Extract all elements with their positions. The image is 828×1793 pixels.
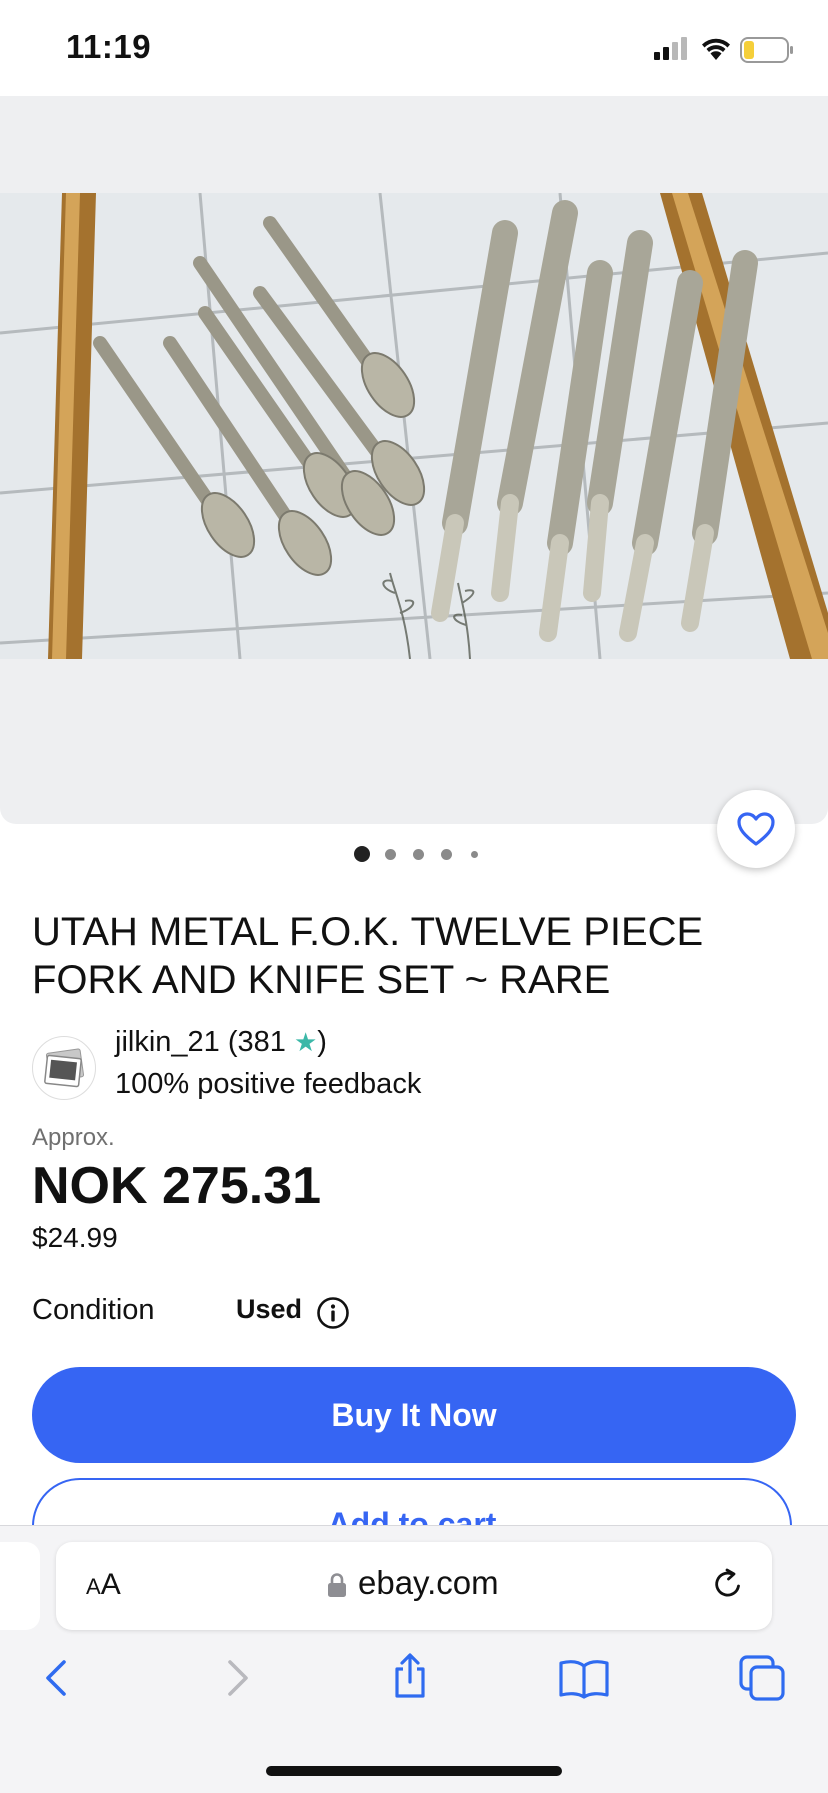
previous-tab-peek[interactable] [0, 1542, 40, 1630]
text-size-large-a: A [100, 1568, 121, 1601]
reload-icon[interactable] [710, 1566, 746, 1602]
tabs-icon[interactable] [738, 1654, 786, 1702]
photo-placeholder-icon [44, 1048, 85, 1088]
condition-value: Used [236, 1294, 303, 1324]
original-price: $24.99 [32, 1222, 118, 1253]
info-icon[interactable] [316, 1296, 350, 1330]
star-icon: ★ [293, 1027, 318, 1057]
seller-avatar[interactable] [32, 1036, 96, 1100]
condition-label: Condition [32, 1294, 155, 1326]
seller-score-close: ) [317, 1026, 327, 1058]
text-size-button[interactable]: AA [86, 1568, 121, 1602]
seller-name[interactable]: jilkin_21 (381 ★) [115, 1026, 327, 1059]
listing-photo[interactable] [0, 193, 828, 659]
url-text[interactable]: ebay.com [358, 1564, 499, 1602]
home-indicator[interactable] [266, 1766, 562, 1776]
buy-it-now-button[interactable]: Buy It Now [32, 1367, 796, 1463]
seller-feedback: 100% positive feedback [115, 1068, 422, 1100]
page-dot[interactable] [385, 849, 396, 860]
gallery-pagination[interactable] [352, 844, 482, 864]
converted-price: NOK 275.31 [32, 1157, 322, 1215]
forward-icon[interactable] [212, 1654, 260, 1702]
signal-icon [654, 37, 687, 60]
battery-icon [740, 37, 793, 63]
seller-score-open: (381 [219, 1026, 294, 1058]
bookmarks-icon[interactable] [558, 1654, 610, 1702]
listing-title: UTAH METAL F.O.K. TWELVE PIECE FORK AND … [32, 910, 704, 1002]
seller-username[interactable]: jilkin_21 [115, 1026, 220, 1058]
text-size-small-a: A [86, 1574, 101, 1599]
back-icon[interactable] [34, 1654, 82, 1702]
price-approx-label: Approx. [32, 1124, 115, 1151]
lock-icon [328, 1573, 346, 1597]
page-dot[interactable] [441, 849, 452, 860]
share-icon[interactable] [386, 1652, 434, 1700]
page-dot[interactable] [413, 849, 424, 860]
page-dot[interactable] [471, 851, 478, 858]
heart-icon [737, 812, 775, 846]
wishlist-button[interactable] [717, 790, 795, 868]
wifi-icon [702, 38, 730, 60]
status-time: 11:19 [66, 28, 152, 65]
page-dot-active[interactable] [354, 846, 370, 862]
